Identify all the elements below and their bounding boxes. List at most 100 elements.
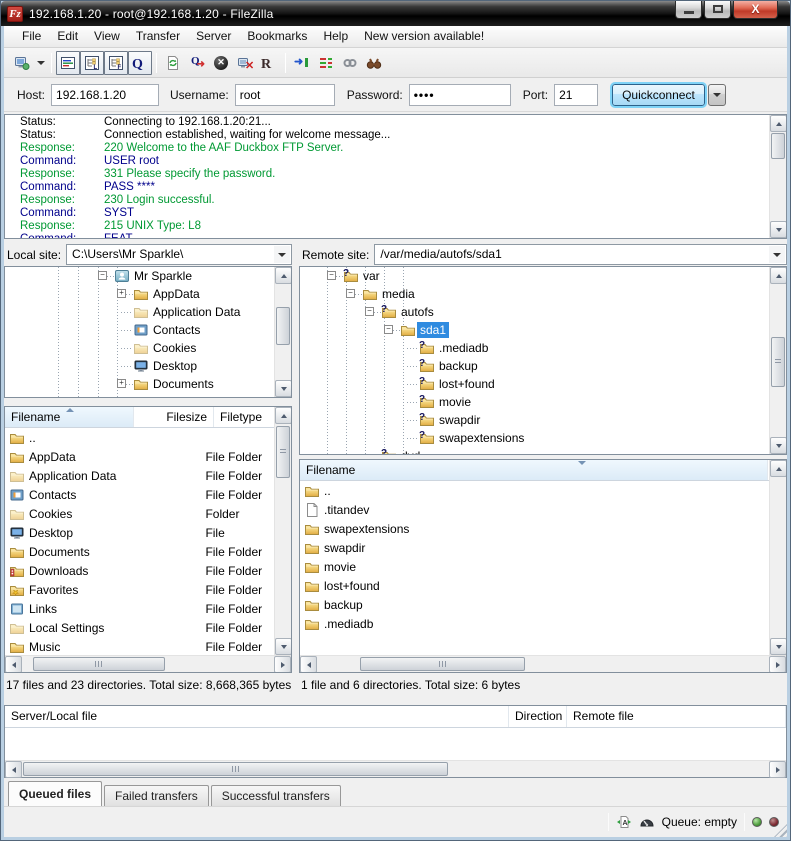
speed-limits-button[interactable] [338,51,362,75]
directory-comparison-button[interactable]: ➜ [290,51,314,75]
queue-column-direction[interactable]: Direction [509,706,567,727]
scroll-down-icon[interactable] [770,221,787,238]
chevron-down-icon[interactable] [769,246,785,263]
quickconnect-button[interactable]: Quickconnect [612,84,705,106]
file-row-application-data[interactable]: Application DataFile Folder [5,466,273,485]
chevron-down-icon[interactable] [274,246,290,263]
file-row--[interactable]: .. [300,481,768,500]
local-splitter[interactable] [4,398,292,406]
file-row--mediadb[interactable]: .mediadb [300,614,768,633]
scroll-left-icon[interactable] [5,761,22,778]
scroll-down-icon[interactable] [275,380,292,397]
close-button[interactable]: X [733,1,778,19]
speed-limit-indicator-icon[interactable] [639,814,655,830]
password-input[interactable] [409,84,511,106]
toggle-queue-button[interactable]: Q [128,51,152,75]
menu-item-view[interactable]: View [86,26,128,47]
local-list-scrollbar[interactable] [274,407,291,655]
transfer-type-auto-icon[interactable]: A [616,814,632,830]
tree-item-backup[interactable]: ?backup [300,357,768,375]
file-row-backup[interactable]: backup [300,595,768,614]
find-files-button[interactable] [362,51,386,75]
menu-item-new-version-notice[interactable]: New version available! [356,26,492,47]
log-scrollbar[interactable] [769,115,786,238]
tree-item-downloads[interactable]: +Downloads [5,393,273,397]
scrollbar-thumb[interactable] [33,657,165,671]
tree-item-media[interactable]: −media [300,285,768,303]
tree-item-application-data[interactable]: Application Data [5,303,273,321]
tree-item-label[interactable]: autofs [398,304,437,320]
scroll-left-icon[interactable] [5,656,22,673]
scroll-up-icon[interactable] [275,267,292,284]
scroll-left-icon[interactable] [300,656,317,673]
scroll-up-icon[interactable] [275,407,292,424]
scroll-right-icon[interactable] [769,656,786,673]
tree-item-autofs[interactable]: −?autofs [300,303,768,321]
scroll-down-icon[interactable] [770,638,787,655]
remote-site-combo[interactable]: /var/media/autofs/sda1 [374,244,787,265]
tree-item-sda1[interactable]: −sda1 [300,321,768,339]
tree-item-cookies[interactable]: Cookies [5,339,273,357]
file-row-lost-found[interactable]: lost+found [300,576,768,595]
tree-item-label[interactable]: backup [436,358,481,374]
scrollbar-thumb[interactable] [771,133,785,159]
tree-item-movie[interactable]: ?movie [300,393,768,411]
tree-item-documents[interactable]: +Documents [5,375,273,393]
queue-column-server-local-file[interactable]: Server/Local file [5,706,509,727]
tree-item-label[interactable]: Mr Sparkle [131,268,195,284]
scrollbar-thumb[interactable] [276,307,290,345]
disconnect-button[interactable]: ✕ [233,51,257,75]
file-row-downloads[interactable]: DownloadsFile Folder [5,561,273,580]
tree-item-appdata[interactable]: +AppData [5,285,273,303]
scroll-right-icon[interactable] [274,656,291,673]
scroll-right-icon[interactable] [769,761,786,778]
toggle-local-tree-button[interactable]: L [80,51,104,75]
menu-item-server[interactable]: Server [188,26,239,47]
tree-item-label[interactable]: Desktop [150,358,200,374]
collapse-icon[interactable]: − [98,271,107,280]
tree-item-mr-sparkle[interactable]: − Mr Sparkle [5,267,273,285]
menu-item-bookmarks[interactable]: Bookmarks [239,26,315,47]
file-row-cookies[interactable]: CookiesFolder [5,504,273,523]
file-row--[interactable]: .. [5,428,273,447]
title-bar[interactable]: Fz 192.168.1.20 - root@192.168.1.20 - Fi… [1,1,790,26]
file-row-appdata[interactable]: AppDataFile Folder [5,447,273,466]
tree-item-label[interactable]: AppData [150,286,203,302]
tree-item-label[interactable]: media [379,286,418,302]
tree-item-label[interactable]: swapdir [436,412,483,428]
scrollbar-thumb[interactable] [360,657,525,671]
cancel-button[interactable]: ✕ [209,51,233,75]
menu-item-transfer[interactable]: Transfer [128,26,188,47]
tree-item-label[interactable]: swapextensions [436,430,527,446]
menu-item-file[interactable]: File [14,26,49,47]
remote-tree-scrollbar[interactable] [769,267,786,454]
host-input[interactable] [51,84,159,106]
reconnect-button[interactable]: R [257,51,281,75]
scrollbar-thumb[interactable] [23,762,448,776]
menu-item-edit[interactable]: Edit [49,26,86,47]
tree-item-swapdir[interactable]: ?swapdir [300,411,768,429]
site-manager-dropdown[interactable] [34,51,47,75]
column-header-filename[interactable]: Filename [5,407,134,427]
file-row-music[interactable]: MusicFile Folder [5,637,273,655]
tree-item--mediadb[interactable]: ?.mediadb [300,339,768,357]
file-row-local-settings[interactable]: Local SettingsFile Folder [5,618,273,637]
tree-item-desktop[interactable]: Desktop [5,357,273,375]
panel-splitter[interactable] [292,243,299,697]
column-header-filesize[interactable]: Filesize [134,407,214,427]
expand-icon[interactable]: + [117,379,126,388]
collapse-icon[interactable]: − [327,271,336,280]
tree-item-label[interactable]: var [360,268,383,284]
synchronized-browsing-button[interactable] [314,51,338,75]
process-queue-button[interactable]: Q➜ [185,51,209,75]
tree-item-label[interactable]: Contacts [150,322,203,338]
file-row-movie[interactable]: movie [300,557,768,576]
menu-item-help[interactable]: Help [315,26,356,47]
scrollbar-thumb[interactable] [276,426,290,478]
collapse-icon[interactable]: − [365,307,374,316]
tab-failed-transfers[interactable]: Failed transfers [104,785,209,806]
tree-item-label[interactable]: movie [436,394,474,410]
column-header-filename[interactable]: Filename [300,460,768,480]
file-row-links[interactable]: LinksFile Folder [5,599,273,618]
tree-item-label[interactable]: dvd [398,448,423,454]
